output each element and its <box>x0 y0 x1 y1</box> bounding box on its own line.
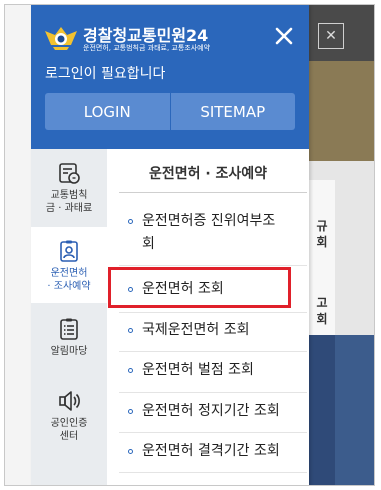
police-emblem-icon <box>45 27 77 50</box>
background-card: 규 회 고 회 <box>309 180 335 335</box>
bullet-icon <box>128 219 133 224</box>
background-card-text: 회 <box>316 235 328 249</box>
menu-item-suspension-period[interactable]: 운전면허 정지기간 조회 <box>119 400 307 423</box>
menu-item-label: 국제운전면허 조회 <box>142 322 250 338</box>
sidebar-item-label: 운전면허 <box>50 268 88 279</box>
menu-item-label: 운전면허 벌점 조회 <box>142 362 254 378</box>
login-button[interactable]: LOGIN <box>45 93 170 130</box>
background-page: ✕ 규 회 고 회 <box>309 5 374 485</box>
background-header: ✕ <box>309 5 374 61</box>
menu-divider <box>119 472 307 473</box>
background-card-text: 고 <box>316 296 328 310</box>
background-close-icon: ✕ <box>318 23 344 49</box>
menu-divider <box>119 392 307 393</box>
background-card-text: 회 <box>316 312 328 326</box>
sidebar-item-notice[interactable]: 알림마당 <box>31 305 107 381</box>
side-menu-panel: 경찰청교통민원24 운전면허, 교통범칙금 과태료, 교통조사예약 로그인이 필… <box>31 5 309 485</box>
menu-item-disqualification-period[interactable]: 운전면허 결격기간 조회 <box>119 440 307 463</box>
sidebar-item-certificate[interactable]: 공인인증 센터 <box>31 377 107 453</box>
background-card-text: 규 <box>316 219 328 233</box>
header-button-row: LOGIN SITEMAP <box>45 93 295 130</box>
menu-item-label: 운전면허 정지기간 조회 <box>142 403 280 419</box>
menu-item-penalty-points[interactable]: 운전면허 벌점 조회 <box>119 359 307 382</box>
sitemap-button[interactable]: SITEMAP <box>169 93 295 130</box>
highlight-box <box>108 267 291 308</box>
submenu-content: 운전면허 · 조사예약 운전면허증 진위여부조 회 운전면허 조회 국제운전면허… <box>107 149 309 485</box>
menu-item-international-license[interactable]: 국제운전면허 조회 <box>119 319 307 342</box>
sidebar-item-label: 금 · 과태료 <box>45 203 93 214</box>
bullet-icon <box>128 409 133 414</box>
menu-divider <box>119 432 307 433</box>
menu-item-license-authenticity[interactable]: 운전면허증 진위여부조 회 <box>119 210 307 256</box>
speaker-icon <box>59 391 80 411</box>
title-divider <box>119 192 307 193</box>
category-sidebar: 교통범칙 금 · 과태료 운전면허 · 조사예약 알림마당 공인인증 센터 <box>31 149 107 485</box>
submenu-title: 운전면허 · 조사예약 <box>148 166 268 182</box>
bullet-icon <box>128 368 133 373</box>
sidebar-item-fines[interactable]: 교통범칙 금 · 과태료 <box>31 149 107 225</box>
background-section <box>309 335 335 485</box>
menu-item-label: 운전면허 결격기간 조회 <box>142 443 280 459</box>
background-banner <box>309 61 374 161</box>
login-required-message: 로그인이 필요합니다 <box>45 66 166 82</box>
sidebar-item-label: 센터 <box>59 431 79 442</box>
phone-viewport: ✕ 규 회 고 회 경찰청교통민원24 운전면허, 교통범칙금 과태료, 교통조… <box>4 4 375 486</box>
bullet-icon <box>128 449 133 454</box>
menu-item-label: 운전면허증 진위여부조 회 <box>142 213 276 252</box>
menu-divider <box>119 265 307 266</box>
sidebar-item-label: 교통범칙 <box>50 190 88 201</box>
menu-divider <box>119 351 307 352</box>
sidebar-item-label: 알림마당 <box>50 346 88 357</box>
sidebar-item-label: 공인인증 <box>50 418 88 429</box>
sidebar-item-license[interactable]: 운전면허 · 조사예약 <box>31 227 107 303</box>
close-icon[interactable] <box>273 25 295 47</box>
menu-header: 경찰청교통민원24 운전면허, 교통범칙금 과태료, 교통조사예약 로그인이 필… <box>31 5 309 149</box>
fine-receipt-icon <box>59 163 80 184</box>
sidebar-item-label: · 조사예약 <box>47 281 91 292</box>
notice-board-icon <box>60 318 78 340</box>
bullet-icon <box>128 328 133 333</box>
menu-divider <box>119 312 307 313</box>
site-subtitle: 운전면허, 교통범칙금 과태료, 교통조사예약 <box>83 44 211 52</box>
license-icon <box>60 240 78 262</box>
